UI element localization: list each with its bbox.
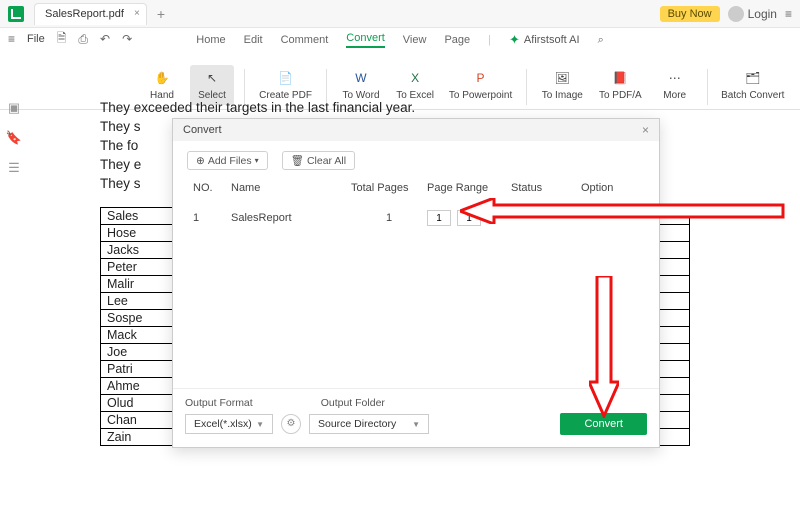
output-folder-label: Output Folder	[321, 397, 385, 409]
redo-icon[interactable]: ↷	[122, 32, 132, 46]
search-icon[interactable]: ⌕	[598, 34, 604, 47]
buy-now-button[interactable]: Buy Now	[660, 6, 720, 22]
print-icon[interactable]: ⎙	[78, 32, 88, 47]
table-header: NO.NameTotal PagesPage RangeStatusOption	[173, 180, 659, 196]
batch-icon: 🗂	[744, 69, 762, 87]
hand-icon: ✋	[153, 69, 171, 87]
app-logo	[8, 6, 24, 22]
bookmark-icon[interactable]: 🔖	[6, 130, 22, 146]
menu-caret-icon[interactable]: ≡	[8, 32, 15, 46]
output-folder-select[interactable]: Source Directory▼	[309, 414, 429, 434]
thumbnails-icon[interactable]: ▣	[8, 100, 20, 116]
page-range-from[interactable]	[427, 210, 451, 226]
add-files-button[interactable]: ⊕ Add Files ▾	[187, 151, 268, 170]
doc-text: They exceeded their targets in the last …	[100, 100, 760, 115]
word-icon: W	[352, 69, 370, 87]
tab-title: SalesReport.pdf	[45, 8, 124, 20]
tab-convert[interactable]: Convert	[346, 32, 385, 48]
close-dialog-icon[interactable]: ×	[642, 123, 649, 137]
document-tab[interactable]: SalesReport.pdf ×	[34, 3, 147, 25]
file-row[interactable]: 1 SalesReport 1	[173, 196, 659, 240]
convert-dialog: Convert × ⊕ Add Files ▾ 🗑 Clear All NO.N…	[172, 118, 660, 448]
excel-icon: X	[406, 69, 424, 87]
add-tab-button[interactable]: +	[157, 6, 165, 22]
row-no: 1	[193, 212, 231, 224]
output-format-select[interactable]: Excel(*.xlsx)▼	[185, 414, 273, 434]
tab-edit[interactable]: Edit	[244, 34, 263, 46]
dialog-title: Convert	[183, 124, 222, 136]
ai-button[interactable]: ✦Afirstsoft AI	[509, 32, 580, 48]
output-format-label: Output Format	[185, 397, 253, 409]
tab-home[interactable]: Home	[196, 34, 225, 46]
clear-all-button[interactable]: 🗑 Clear All	[282, 151, 355, 170]
comments-icon[interactable]: ☰	[8, 160, 20, 176]
chevron-down-icon: ▼	[256, 420, 264, 429]
convert-button[interactable]: Convert	[560, 413, 647, 435]
chevron-down-icon: ▼	[412, 420, 420, 429]
ppt-icon: P	[472, 69, 490, 87]
createpdf-icon: 📄	[277, 69, 295, 87]
file-menu[interactable]: File	[27, 33, 45, 45]
tab-page[interactable]: Page	[444, 34, 470, 46]
page-range-to[interactable]	[457, 210, 481, 226]
more-icon: ⋯	[666, 69, 684, 87]
avatar-icon	[728, 6, 744, 22]
cursor-icon: ↖	[203, 69, 221, 87]
login-button[interactable]: Login	[728, 6, 777, 22]
row-name: SalesReport	[231, 212, 351, 224]
undo-icon[interactable]: ↶	[100, 32, 110, 46]
close-tab-icon[interactable]: ×	[134, 8, 140, 19]
tab-comment[interactable]: Comment	[281, 34, 329, 46]
save-icon[interactable]: 🗎	[57, 29, 67, 50]
separator: |	[488, 34, 491, 46]
image-icon: 🖼	[553, 69, 571, 87]
pdfa-icon: 📕	[611, 69, 629, 87]
settings-icon[interactable]: ⚙	[281, 414, 301, 434]
row-totalpages: 1	[351, 212, 427, 224]
tab-view[interactable]: View	[403, 34, 427, 46]
menu-icon[interactable]: ≡	[785, 7, 792, 21]
